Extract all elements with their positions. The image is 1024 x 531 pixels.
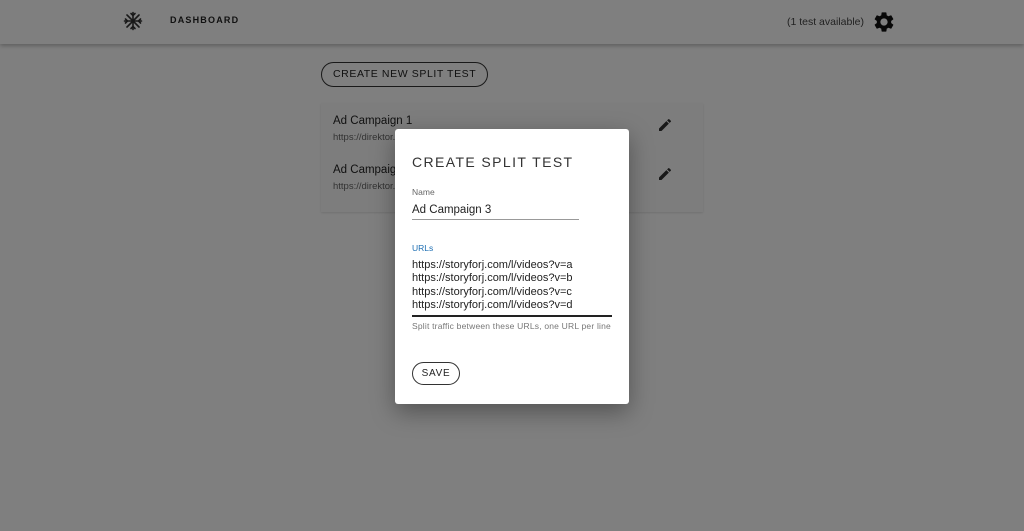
urls-helper-text: Split traffic between these URLs, one UR… <box>412 321 611 331</box>
urls-field-label: URLs <box>412 243 434 253</box>
name-field-label: Name <box>412 187 435 197</box>
create-split-test-dialog: CREATE SPLIT TEST Name URLs https://stor… <box>395 129 629 404</box>
name-input[interactable] <box>412 201 579 220</box>
dialog-title: CREATE SPLIT TEST <box>412 154 574 170</box>
save-button[interactable]: SAVE <box>412 362 460 385</box>
urls-textarea[interactable]: https://storyforj.com/l/videos?v=a https… <box>412 257 612 317</box>
